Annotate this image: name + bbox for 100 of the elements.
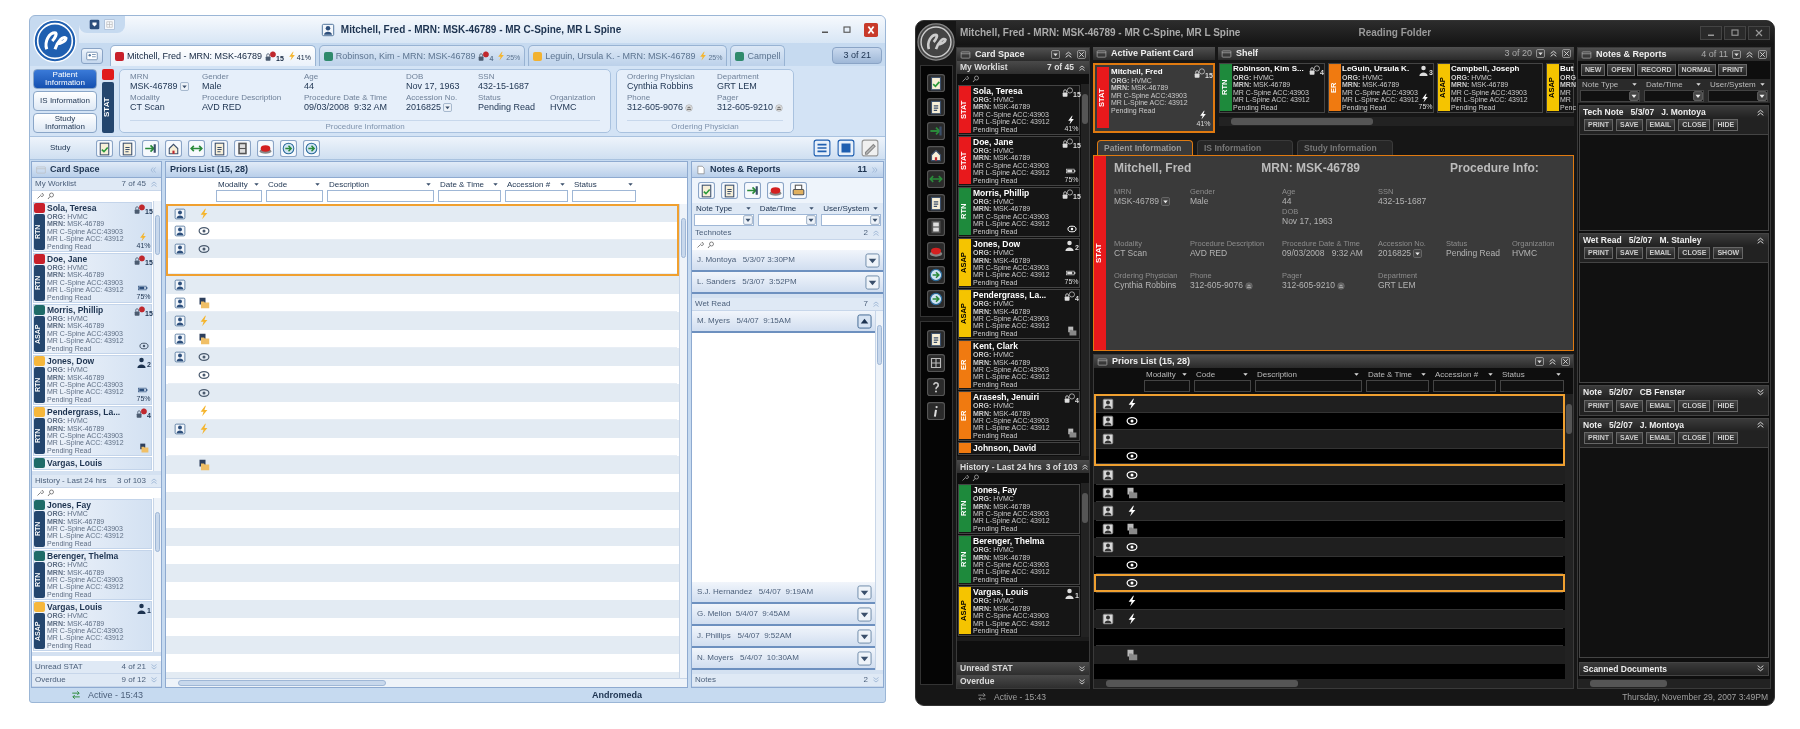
section-title: Notes: [695, 675, 716, 685]
patient-mrn: MRN: MSK-46789: [1261, 161, 1361, 176]
patient-name: Kent, Clark: [973, 341, 1019, 352]
info-tab[interactable]: Patient Information: [33, 69, 97, 89]
section-header[interactable]: My Worklist 7 of 45: [32, 178, 161, 191]
patient-name: Johnson, David: [973, 443, 1038, 454]
field-value: Pending Read: [478, 102, 536, 113]
column-header[interactable]: Modality: [216, 180, 262, 189]
info-tab[interactable]: Patient Information: [1097, 140, 1193, 155]
field-value: 09/03/2008 9:32 AM: [304, 102, 388, 113]
window-title: Mitchell, Fred - MRN: MSK-46789 - MR C-Spine, MR L Spine: [960, 27, 1241, 39]
section-title: Overdue: [35, 675, 66, 685]
note-row[interactable]: J. Phillips 5/4/07 9:52AM: [692, 626, 875, 648]
patient-name: Jones, Dow: [973, 239, 1022, 250]
patient-name: Pendergrass, La...: [973, 290, 1048, 301]
section-title: Wet Read: [695, 299, 731, 309]
field-value: Cynthia Robbins: [1114, 280, 1177, 292]
section-header[interactable]: My Worklist 7 of 45: [957, 61, 1089, 74]
column-header[interactable]: Date & Time: [438, 180, 501, 189]
column-header[interactable]: Description: [327, 180, 434, 189]
note-title: M. Myers 5/4/07 9:15AM: [697, 316, 791, 326]
folder-title: Reading Folder: [1358, 27, 1432, 39]
column-header[interactable]: Note Type: [694, 204, 754, 213]
note-title: Tech Note 5/3/07 J. Montoya: [1583, 107, 1706, 118]
patient-name: Doe, Jane: [47, 254, 89, 265]
field-label: DOB: [406, 72, 425, 81]
section-header[interactable]: History - Last 24 hrs 3 of 103: [957, 460, 1089, 474]
section-count: 7 of 45: [121, 179, 146, 189]
column-header[interactable]: Date/Time: [757, 204, 818, 213]
patient-tab[interactable]: Campell: [730, 45, 786, 66]
field-value: 312-605-9210: [717, 102, 774, 113]
note-row[interactable]: G. Mellon 5/4/07 9:45AM: [692, 604, 875, 626]
section-count: 2: [863, 228, 868, 238]
note-title: N. Moyers 5/4/07 10:30AM: [697, 653, 799, 663]
section-title: Procedure Info:: [1450, 161, 1539, 176]
column-header[interactable]: Accession #: [505, 180, 568, 189]
field-label: Organization: [550, 93, 597, 102]
field-value: Pending Read: [1446, 248, 1500, 260]
info-tab[interactable]: Study Information: [33, 113, 97, 133]
section-title: History - Last 24 hrs: [960, 461, 1042, 472]
column-header[interactable]: Accession #: [1433, 370, 1496, 379]
patient-name: Arasesh, Jenuiri: [973, 392, 1041, 403]
patient-name: Campbell, Joseph: [1451, 64, 1521, 74]
patient-name: Mitchell, Fred: [1114, 161, 1192, 176]
field-value: GRT LEM: [1378, 280, 1416, 292]
column-header[interactable]: Description: [1255, 370, 1362, 379]
field-value: 44: [304, 81, 314, 92]
group-caption: Ordering Physician: [627, 120, 783, 132]
patient-name: Jones, Fay: [973, 485, 1018, 496]
section-header[interactable]: History - Last 24 hrs 3 of 103: [32, 475, 161, 489]
field-label: Age: [304, 72, 320, 81]
patient-name: Berenger, Thelma: [47, 551, 120, 562]
column-header[interactable]: Status: [572, 180, 636, 189]
note-title: G. Mellon 5/4/07 9:45AM: [697, 609, 790, 619]
field-value: 312-605-9076: [627, 102, 684, 113]
section-header[interactable]: Overdue: [957, 675, 1089, 688]
field-value: MSK-46789: [1114, 196, 1159, 208]
section-header[interactable]: Wet Read 7: [692, 298, 883, 311]
note-title: S.J. Hernandez 5/4/07 9:19AM: [697, 587, 814, 597]
column-header[interactable]: User/System: [821, 204, 881, 213]
patient-name: Sola, Teresa: [47, 203, 98, 213]
note-row[interactable]: N. Moyers 5/4/07 10:30AM: [692, 648, 875, 670]
field-value: AVD RED: [1190, 248, 1228, 260]
section-header[interactable]: Unread STAT: [957, 662, 1089, 675]
patient-card[interactable]: Johnson, David: [958, 442, 1080, 456]
column-header[interactable]: Status: [1500, 370, 1564, 379]
field-label: Procedure Date & Time: [304, 93, 389, 102]
section-title: My Worklist: [960, 62, 1008, 73]
column-header[interactable]: Modality: [1144, 370, 1190, 379]
column-header[interactable]: Date/Time: [1644, 80, 1704, 89]
section-header[interactable]: Technotes 2: [692, 227, 883, 240]
panel-count: 11: [857, 164, 867, 175]
status-text: Active - 15:43: [994, 691, 1046, 703]
section-count: 3 of 103: [117, 476, 146, 486]
priority-label: STAT: [1094, 156, 1106, 350]
section-header[interactable]: Unread STAT 4 of 21: [32, 661, 161, 674]
column-header[interactable]: User/System: [1708, 80, 1768, 89]
column-header[interactable]: Code: [1194, 370, 1251, 379]
note-row[interactable]: S.J. Hernandez 5/4/07 9:19AM: [692, 582, 875, 604]
column-header[interactable]: Note Type: [1580, 80, 1640, 89]
date-time: Thursday, November 29, 2007 3:49PM: [1622, 691, 1768, 703]
note-row[interactable]: L. Sanders 5/3/07 3:52PM: [692, 272, 883, 294]
column-header[interactable]: Code: [266, 180, 323, 189]
column-header[interactable]: Date & Time: [1366, 370, 1429, 379]
section-header[interactable]: Notes 2: [692, 674, 883, 687]
field-value: 432-15-1687: [478, 81, 530, 92]
patient-name: Doe, Jane: [973, 137, 1015, 148]
info-tab[interactable]: IS Information: [33, 91, 97, 111]
note-row[interactable]: M. Myers 5/4/07 9:15AM: [692, 311, 875, 333]
note-title: Scanned Documents: [1583, 663, 1668, 674]
field-value: 432-15-1687: [1378, 196, 1427, 208]
panel-title: Notes & Reports: [1596, 49, 1667, 60]
tab-counter[interactable]: 3 of 21: [832, 47, 882, 64]
panel-count: 4 of 11: [1701, 49, 1728, 60]
section-header[interactable]: Overdue 9 of 12: [32, 674, 161, 687]
field-label: Accession No.: [406, 93, 459, 102]
note-row[interactable]: J. Montoya 5/3/07 3:30PM: [692, 250, 883, 272]
panel-title: Notes & Reports: [710, 164, 781, 175]
patient-card[interactable]: Vargas, Louis: [33, 457, 152, 471]
field-label: Pager: [717, 93, 740, 102]
